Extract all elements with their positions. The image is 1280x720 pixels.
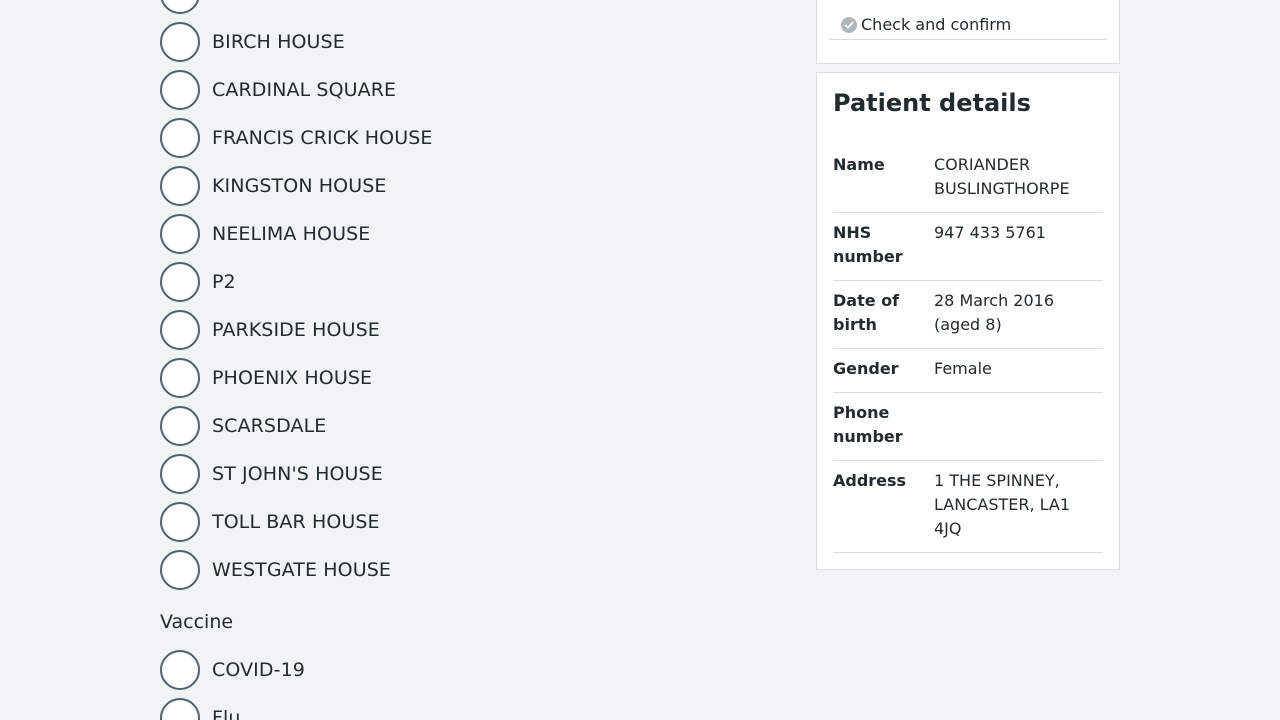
summary-value: 947 433 5761 (934, 223, 1046, 242)
radio-button[interactable] (160, 310, 200, 350)
radio-button[interactable] (160, 118, 200, 158)
radio-option[interactable]: WESTGATE HOUSE (160, 546, 760, 594)
patient-details-panel: Patient details Name CORIANDER BUSLINGTH… (816, 72, 1120, 570)
summary-value: Female (934, 359, 992, 378)
radio-label[interactable]: Flu (212, 706, 241, 720)
summary-key: Name (833, 155, 885, 174)
summary-row-date-of-birth: Date of birth 28 March 2016 (aged 8) (833, 281, 1103, 349)
vaccine-heading: Vaccine (160, 611, 234, 633)
site-radio-group: BIRCH HOUSE CARDINAL SQUARE FRANCIS CRIC… (160, 0, 760, 720)
radio-option-partial[interactable] (160, 0, 760, 18)
summary-row-nhs-number: NHS number 947 433 5761 (833, 213, 1103, 281)
radio-label[interactable]: KINGSTON HOUSE (212, 174, 387, 198)
radio-option[interactable]: ST JOHN'S HOUSE (160, 450, 760, 498)
radio-label[interactable]: WESTGATE HOUSE (212, 558, 391, 582)
radio-label[interactable]: PHOENIX HOUSE (212, 366, 372, 390)
radio-option[interactable]: FRANCIS CRICK HOUSE (160, 114, 760, 162)
summary-row-gender: Gender Female (833, 349, 1103, 393)
page: BIRCH HOUSE CARDINAL SQUARE FRANCIS CRIC… (0, 0, 1280, 720)
radio-button[interactable] (160, 698, 200, 720)
summary-key: Gender (833, 359, 899, 378)
radio-button[interactable] (160, 550, 200, 590)
summary-row-phone-number: Phone number (833, 393, 1103, 461)
radio-label[interactable]: ST JOHN'S HOUSE (212, 462, 383, 486)
radio-button[interactable] (160, 650, 200, 690)
summary-row-address: Address 1 THE SPINNEY, LANCASTER, LA1 4J… (833, 461, 1103, 553)
radio-button[interactable] (160, 22, 200, 62)
steps-panel: Check and confirm (816, 0, 1120, 64)
radio-option[interactable]: KINGSTON HOUSE (160, 162, 760, 210)
summary-row-name: Name CORIANDER BUSLINGTHORPE (833, 145, 1103, 213)
radio-button[interactable] (160, 502, 200, 542)
summary-value: 1 THE SPINNEY, LANCASTER, LA1 4JQ (934, 471, 1071, 538)
radio-option[interactable]: PHOENIX HOUSE (160, 354, 760, 402)
step-check-and-confirm: Check and confirm (829, 13, 1107, 40)
radio-option[interactable]: Flu (160, 694, 760, 720)
radio-label[interactable]: COVID-19 (212, 658, 305, 682)
summary-key: Date of birth (833, 291, 900, 334)
radio-label[interactable]: BIRCH HOUSE (212, 30, 345, 54)
step-label: Check and confirm (861, 15, 1012, 34)
radio-label[interactable]: SCARSDALE (212, 414, 326, 438)
radio-option[interactable]: SCARSDALE (160, 402, 760, 450)
radio-button[interactable] (160, 70, 200, 110)
radio-option[interactable]: PARKSIDE HOUSE (160, 306, 760, 354)
radio-button[interactable] (160, 454, 200, 494)
summary-value: CORIANDER BUSLINGTHORPE (934, 155, 1070, 198)
radio-option[interactable]: P2 (160, 258, 760, 306)
radio-label[interactable]: P2 (212, 270, 236, 294)
radio-option[interactable]: COVID-19 (160, 646, 760, 694)
radio-label[interactable]: FRANCIS CRICK HOUSE (212, 126, 433, 150)
radio-label[interactable]: CARDINAL SQUARE (212, 78, 396, 102)
radio-option[interactable]: CARDINAL SQUARE (160, 66, 760, 114)
radio-label[interactable]: NEELIMA HOUSE (212, 222, 370, 246)
radio-option[interactable]: TOLL BAR HOUSE (160, 498, 760, 546)
patient-details-title: Patient details (833, 89, 1031, 117)
summary-key: Address (833, 471, 907, 490)
radio-button[interactable] (160, 166, 200, 206)
summary-key: NHS number (833, 223, 903, 266)
radio-option[interactable]: NEELIMA HOUSE (160, 210, 760, 258)
check-circle-icon (841, 17, 857, 33)
radio-label[interactable]: TOLL BAR HOUSE (212, 510, 380, 534)
radio-label[interactable]: PARKSIDE HOUSE (212, 318, 380, 342)
summary-value (934, 401, 1074, 449)
radio-button[interactable] (160, 358, 200, 398)
radio-button[interactable] (160, 406, 200, 446)
radio-button[interactable] (160, 262, 200, 302)
summary-key: Phone number (833, 403, 903, 446)
radio-button[interactable] (160, 214, 200, 254)
summary-value: 28 March 2016 (aged 8) (934, 291, 1055, 334)
radio-option[interactable]: BIRCH HOUSE (160, 18, 760, 66)
radio-button[interactable] (160, 0, 200, 14)
